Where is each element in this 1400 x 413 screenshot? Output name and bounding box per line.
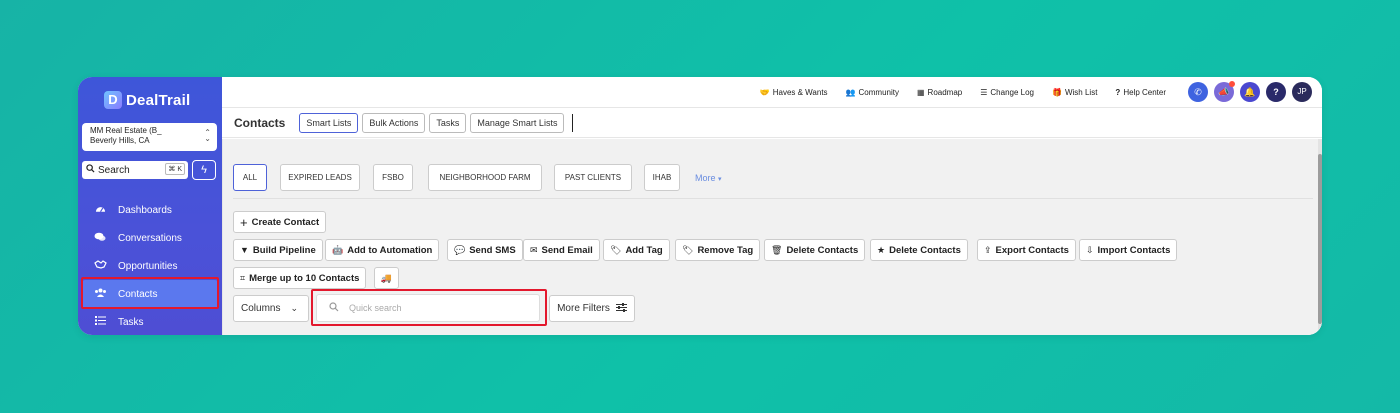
sidebar-item-tasks[interactable]: Tasks <box>82 308 218 335</box>
tab-bulk-actions[interactable]: Bulk Actions <box>362 112 426 133</box>
link-haves-wants[interactable]: 🤝 Haves & Wants <box>760 88 828 97</box>
mail-icon: ✉ <box>530 244 538 255</box>
sidebar: D DealTrail MM Real Estate (B_ Beverly H… <box>78 77 222 335</box>
page-title: Contacts <box>234 115 286 130</box>
import-contacts-button[interactable]: ⇩ Import Contacts <box>1079 239 1178 261</box>
delete-contacts-button-2[interactable]: ★ Delete Contacts <box>870 239 968 261</box>
phone-icon[interactable]: ✆ <box>1188 82 1208 102</box>
chat-icon: 💬 <box>454 244 466 255</box>
link-help-center[interactable]: ? Help Center <box>1115 88 1166 97</box>
add-to-automation-button[interactable]: 🤖 Add to Automation <box>325 239 440 261</box>
divider <box>233 198 1313 199</box>
gift-icon: 🎁 <box>1052 87 1062 97</box>
megaphone-icon[interactable]: 📣 <box>1214 81 1235 102</box>
more-lists-dropdown[interactable]: More ▾ <box>695 173 722 183</box>
bolt-icon[interactable]: ϟ <box>192 160 216 180</box>
tab-manage-smart-lists[interactable]: Manage Smart Lists <box>470 112 565 133</box>
sidebar-item-dashboards[interactable]: Dashboards <box>82 196 218 224</box>
link-wish-list[interactable]: 🎁 Wish List <box>1052 88 1097 97</box>
handshake-icon <box>94 260 107 272</box>
account-location: Beverly Hills, CA <box>90 136 150 145</box>
chip-ihab[interactable]: IHAB <box>644 164 680 191</box>
download-icon: ⇩ <box>1086 244 1094 255</box>
text-cursor <box>572 113 574 132</box>
more-filters-button[interactable]: More Filters <box>549 295 635 322</box>
highlight-box <box>81 277 219 309</box>
chip-neighborhood-farm[interactable]: NEIGHBORHOOD FARM <box>428 164 542 191</box>
add-tag-button[interactable]: 🏷 Add Tag <box>603 239 670 261</box>
link-roadmap[interactable]: ▦ Roadmap <box>917 88 962 97</box>
chip-all[interactable]: ALL <box>233 164 267 191</box>
chevron-updown-icon: ⌃ ⌄ <box>204 128 211 143</box>
upload-icon: ⇪ <box>984 244 992 255</box>
delete-contacts-button[interactable]: 🗑 Delete Contacts <box>764 239 866 261</box>
shortcut-badge: ⌘ K <box>165 163 185 175</box>
sidebar-search[interactable]: Search ⌘ K <box>82 161 188 179</box>
scrollbar-thumb[interactable] <box>1318 154 1322 324</box>
avatar[interactable]: JP <box>1292 82 1312 102</box>
users-icon: 👥 <box>845 87 856 97</box>
tag-icon: 🏷 <box>682 244 694 255</box>
chip-past-clients[interactable]: PAST CLIENTS <box>554 164 632 191</box>
chip-fsbo[interactable]: FSBO <box>373 164 413 191</box>
sidebar-item-label: Opportunities <box>118 260 178 272</box>
robot-icon: 🤖 <box>332 244 344 255</box>
logo-mark: D <box>104 91 122 109</box>
tag-icon: 🏷 <box>610 244 622 255</box>
brand-name: DealTrail <box>126 91 191 109</box>
handshake-icon: 🤝 <box>759 87 770 97</box>
star-icon: ★ <box>877 244 886 255</box>
tab-tasks[interactable]: Tasks <box>429 112 467 133</box>
create-contact-button[interactable]: + Create Contact <box>233 211 327 233</box>
highlight-box <box>311 289 547 326</box>
merge-icon: ⌗ <box>240 272 246 283</box>
top-bar: 🤝 Haves & Wants 👥 Community ▦ Roadmap ☰ Chan… <box>222 77 1322 108</box>
list-icon <box>94 316 106 328</box>
columns-select[interactable]: Columns ⌄ <box>233 295 309 322</box>
send-sms-button[interactable]: 💬 Send SMS <box>447 239 523 261</box>
search-icon <box>86 164 95 176</box>
chevron-down-icon: ⌄ <box>290 303 299 313</box>
question-icon: ? <box>1115 87 1121 97</box>
scrollbar[interactable] <box>1318 139 1322 335</box>
app-window: D DealTrail MM Real Estate (B_ Beverly H… <box>78 77 1322 335</box>
export-contacts-button[interactable]: ⇪ Export Contacts <box>977 239 1076 261</box>
filter-icon: ▼ <box>240 245 249 255</box>
send-email-button[interactable]: ✉ Send Email <box>523 239 600 261</box>
plus-icon: + <box>240 214 248 230</box>
sidebar-item-label: Tasks <box>118 316 144 328</box>
map-icon: ▦ <box>916 87 925 97</box>
main-area: 🤝 Haves & Wants 👥 Community ▦ Roadmap ☰ Chan… <box>222 77 1322 335</box>
gauge-icon <box>94 204 106 216</box>
account-name: MM Real Estate (B_ <box>90 126 162 135</box>
list-icon: ☰ <box>980 87 988 97</box>
account-switcher[interactable]: MM Real Estate (B_ Beverly Hills, CA ⌃ ⌄ <box>82 123 217 151</box>
brand-logo[interactable]: D DealTrail <box>104 91 190 109</box>
chip-expired-leads[interactable]: EXPIRED LEADS <box>280 164 360 191</box>
caret-down-icon: ▾ <box>718 176 722 183</box>
sidebar-item-conversations[interactable]: Conversations <box>82 224 218 252</box>
search-label: Search <box>98 164 130 176</box>
sidebar-item-opportunities[interactable]: Opportunities <box>82 252 218 280</box>
build-pipeline-button[interactable]: ▼ Build Pipeline <box>233 239 323 261</box>
link-change-log[interactable]: ☰ Change Log <box>980 88 1034 97</box>
bell-icon[interactable]: 🔔 <box>1240 82 1260 102</box>
merge-contacts-button[interactable]: ⌗ Merge up to 10 Contacts <box>233 267 367 289</box>
link-community[interactable]: 👥 Community <box>846 88 899 97</box>
remove-tag-button[interactable]: 🏷 Remove Tag <box>675 239 761 261</box>
sidebar-item-label: Dashboards <box>118 204 172 216</box>
truck-icon[interactable]: 🚚 <box>374 267 399 289</box>
chat-icon <box>94 232 106 245</box>
trash-icon: 🗑 <box>771 244 783 255</box>
page-header: Contacts Smart Lists Bulk Actions Tasks … <box>222 108 1322 138</box>
content-panel: ALL EXPIRED LEADS FSBO NEIGHBORHOOD FARM… <box>222 139 1322 335</box>
help-icon[interactable]: ? <box>1266 82 1286 102</box>
tab-smart-lists[interactable]: Smart Lists <box>299 112 359 133</box>
sliders-icon <box>615 302 627 315</box>
sidebar-item-label: Conversations <box>118 232 182 244</box>
